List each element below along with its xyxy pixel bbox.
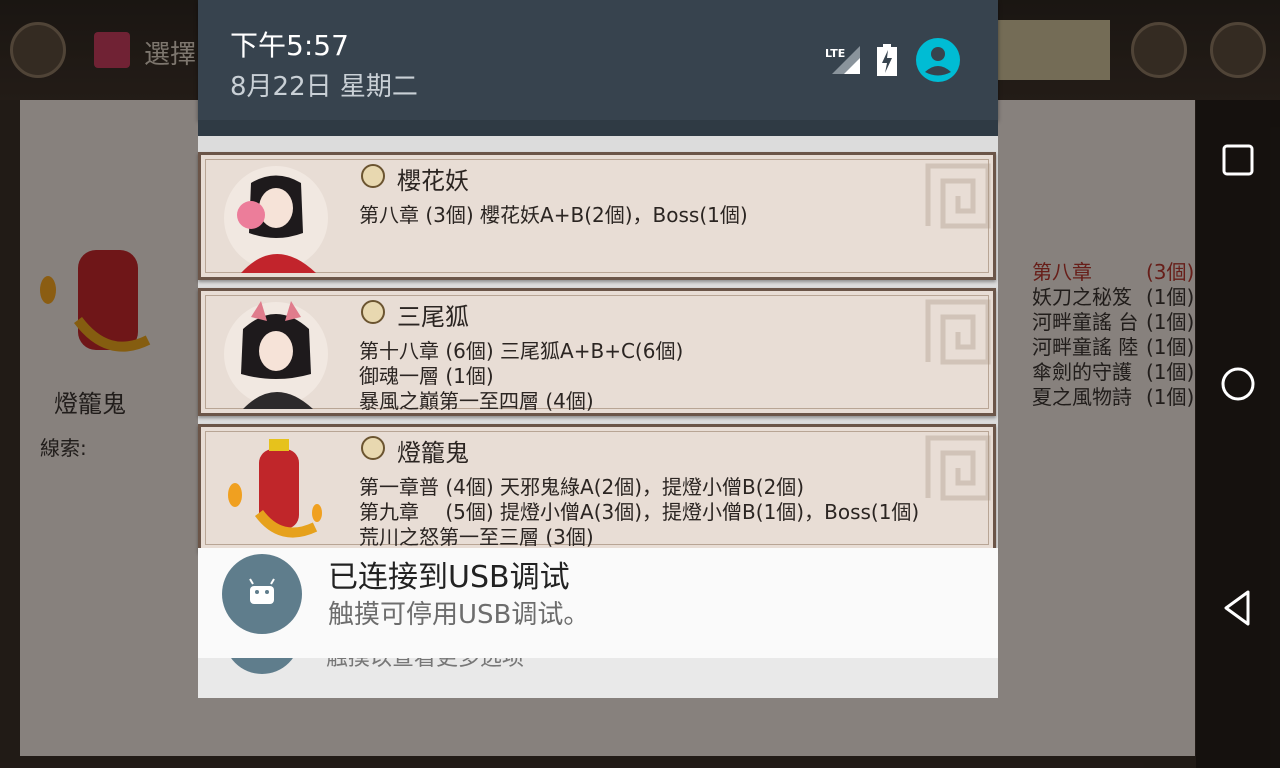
notification-app-icon xyxy=(361,300,385,324)
notification-title: 燈籠鬼 xyxy=(397,439,469,467)
battery-charging-icon xyxy=(877,44,897,76)
notification-shade: 下午5:57 8月22日 星期二 LTE 櫻花妖 第八章 (3個) 櫻花妖A+B… xyxy=(198,0,998,698)
notification-line: 暴風之巔第一至四層 (4個) xyxy=(359,389,594,413)
notification-card[interactable]: 燈籠鬼 第一章普 (4個) 天邪鬼綠A(2個)，提燈小僧B(2個) 第九章 (5… xyxy=(198,424,996,552)
navigation-bar xyxy=(1196,100,1280,768)
usb-debug-notification[interactable]: 已连接到USB调试 触摸可停用USB调试。 xyxy=(198,548,998,658)
shade-header: 下午5:57 8月22日 星期二 LTE xyxy=(198,0,998,120)
recents-icon[interactable] xyxy=(1216,138,1260,182)
shade-divider xyxy=(198,120,998,136)
three-tailed-fox-avatar xyxy=(224,301,328,409)
date[interactable]: 8月22日 星期二 xyxy=(230,66,418,103)
android-debug-icon xyxy=(222,554,302,634)
notification-card[interactable]: 櫻花妖 第八章 (3個) 櫻花妖A+B(2個)，Boss(1個) xyxy=(198,152,996,280)
usb-title: 已连接到USB调试 xyxy=(328,560,570,595)
notification-line: 第八章 (3個) 櫻花妖A+B(2個)，Boss(1個) xyxy=(359,203,748,227)
android-robot-icon xyxy=(249,578,275,604)
account-icon[interactable] xyxy=(916,38,960,82)
notification-card[interactable]: 三尾狐 第十八章 (6個) 三尾狐A+B+C(6個) 御魂一層 (1個) 暴風之… xyxy=(198,288,996,416)
meander-pattern-icon xyxy=(925,299,991,365)
notification-app-icon xyxy=(361,164,385,188)
lte-label: LTE xyxy=(825,47,845,60)
lte-signal-icon: LTE xyxy=(825,46,860,74)
sakura-demon-avatar xyxy=(224,166,328,273)
notification-title: 三尾狐 xyxy=(397,303,469,331)
meander-pattern-icon xyxy=(925,435,991,501)
notification-title: 櫻花妖 xyxy=(397,167,469,195)
lantern-ghost-avatar xyxy=(228,439,322,538)
notification-line: 荒川之怒第一至三層 (3個) xyxy=(359,525,594,549)
back-icon[interactable] xyxy=(1216,586,1260,630)
usb-text: 触摸可停用USB调试。 xyxy=(328,600,590,630)
clock: 下午5:57 xyxy=(230,29,349,62)
meander-pattern-icon xyxy=(925,163,991,229)
notification-app-icon xyxy=(361,436,385,460)
home-icon[interactable] xyxy=(1216,362,1260,406)
